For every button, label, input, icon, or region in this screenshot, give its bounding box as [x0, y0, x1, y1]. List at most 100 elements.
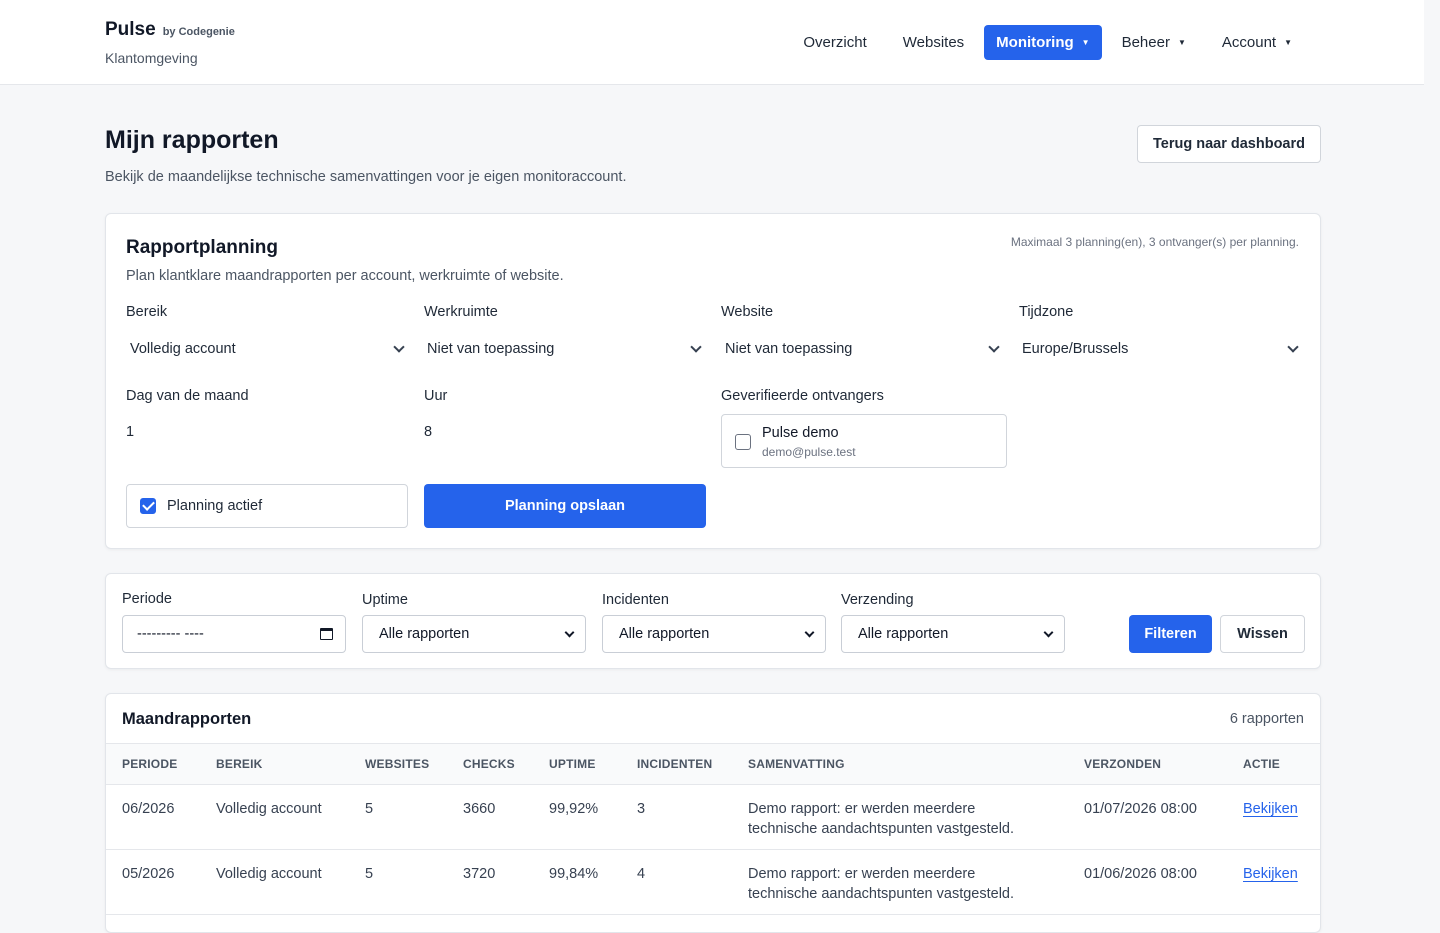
- caret-down-icon: ▼: [1177, 37, 1186, 47]
- delivery-label: Verzending: [841, 592, 914, 608]
- back-to-dashboard-button[interactable]: Terug naar dashboard: [1137, 125, 1321, 163]
- caret-down-icon: ▼: [1081, 37, 1090, 47]
- cell-uptime: 99,92%: [549, 801, 599, 817]
- website-label: Website: [721, 304, 774, 320]
- uptime-select[interactable]: Alle rapporten: [362, 615, 586, 653]
- brand-name: Pulse: [105, 19, 156, 40]
- table-row: 05/2026 Volledig account 5 3720 99,84% 4…: [106, 850, 1320, 915]
- cell-summary: Demo rapport: er werden meerdere technis…: [748, 866, 1015, 902]
- delivery-select[interactable]: Alle rapporten: [841, 615, 1065, 653]
- recipient-option[interactable]: Pulse demo demo@pulse.test: [721, 414, 1007, 468]
- planning-active-toggle[interactable]: Planning actief: [126, 484, 408, 528]
- planning-active-label: Planning actief: [167, 498, 263, 514]
- brand-subtitle: Klantomgeving: [105, 50, 198, 66]
- chevron-down-icon: [690, 341, 702, 353]
- scope-select[interactable]: Volledig account: [130, 334, 406, 364]
- column-header-incidents: INCIDENTEN: [637, 757, 713, 771]
- recipient-checkbox[interactable]: [735, 434, 751, 450]
- nav-item-beheer[interactable]: Beheer ▼: [1106, 25, 1202, 60]
- planning-subtitle: Plan klantklare maandrapporten per accou…: [126, 268, 564, 284]
- column-header-summary: SAMENVATTING: [748, 757, 845, 771]
- cell-summary: Demo rapport: er werden meerdere technis…: [748, 801, 1015, 837]
- hour-label: Uur: [424, 388, 448, 404]
- chevron-down-icon: [1287, 341, 1299, 353]
- report-filter-card: Periode --------- ---- Uptime Alle rappo…: [105, 573, 1321, 669]
- cell-incidents: 3: [637, 801, 646, 817]
- period-date-input[interactable]: --------- ----: [122, 615, 346, 653]
- chevron-down-icon: [1043, 627, 1054, 637]
- table-row: 06/2026 Volledig account 5 3660 99,92% 3…: [106, 785, 1320, 850]
- chevron-down-icon: [988, 341, 1000, 353]
- workspace-select[interactable]: Niet van toepassing: [427, 334, 703, 364]
- nav-item-label: Account: [1221, 34, 1277, 51]
- cell-scope: Volledig account: [216, 801, 322, 817]
- nav-item-overzicht[interactable]: Overzicht: [787, 25, 882, 60]
- column-header-uptime: UPTIME: [549, 757, 596, 771]
- planning-limit-note: Maximaal 3 planning(en), 3 ontvanger(s) …: [1010, 235, 1299, 249]
- column-header-sent: VERZONDEN: [1084, 757, 1162, 771]
- cell-scope: Volledig account: [216, 866, 322, 882]
- timezone-select[interactable]: Europe/Brussels: [1022, 334, 1300, 364]
- filter-button[interactable]: Filteren: [1129, 615, 1212, 653]
- website-select-value: Niet van toepassing: [725, 341, 853, 357]
- table-header: PERIODE BEREIK WEBSITES CHECKS UPTIME IN…: [106, 743, 1320, 785]
- hour-input[interactable]: 8: [424, 424, 432, 440]
- incidents-label: Incidenten: [602, 592, 669, 608]
- incidents-select[interactable]: Alle rapporten: [602, 615, 826, 653]
- nav-item-label: Websites: [902, 34, 965, 51]
- view-report-link[interactable]: Bekijken: [1243, 864, 1298, 884]
- cell-period: 05/2026: [122, 866, 175, 882]
- column-header-websites: WEBSITES: [365, 757, 430, 771]
- chevron-down-icon: [804, 627, 815, 637]
- main-nav: Overzicht Websites Monitoring ▼ Beheer ▼ A…: [787, 25, 1308, 60]
- column-header-action: ACTIE: [1243, 757, 1280, 771]
- recipient-name: Pulse demo: [762, 425, 839, 441]
- workspace-label: Werkruimte: [424, 304, 498, 320]
- uptime-label: Uptime: [362, 592, 408, 608]
- timezone-label: Tijdzone: [1019, 304, 1074, 320]
- page-subtitle: Bekijk de maandelijkse technische samenv…: [105, 169, 627, 185]
- column-header-scope: BEREIK: [216, 757, 263, 771]
- cell-checks: 3720: [463, 866, 496, 882]
- reports-count: 6 rapporten: [1229, 711, 1304, 727]
- report-planning-card: Rapportplanning Maximaal 3 planning(en),…: [105, 213, 1321, 549]
- day-of-month-label: Dag van de maand: [126, 388, 249, 404]
- nav-item-label: Overzicht: [803, 34, 867, 51]
- nav-item-account[interactable]: Account ▼: [1206, 25, 1308, 60]
- monthly-reports-card: Maandrapporten 6 rapporten PERIODE BEREI…: [105, 693, 1321, 933]
- nav-item-label: Monitoring: [996, 34, 1074, 51]
- cell-websites: 5: [365, 866, 374, 882]
- cell-incidents: 4: [637, 866, 646, 882]
- period-label: Periode: [122, 591, 172, 607]
- page-title: Mijn rapporten: [105, 126, 279, 154]
- nav-item-label: Beheer: [1121, 34, 1170, 51]
- timezone-select-value: Europe/Brussels: [1022, 341, 1129, 357]
- period-date-value: --------- ----: [137, 626, 204, 642]
- planning-active-checkbox[interactable]: [140, 498, 156, 514]
- clear-filters-button[interactable]: Wissen: [1220, 615, 1305, 653]
- top-navigation-bar: Pulse by Codegenie Klantomgeving Overzic…: [0, 0, 1424, 85]
- uptime-select-value: Alle rapporten: [379, 626, 470, 642]
- calendar-icon[interactable]: [320, 628, 333, 640]
- website-select[interactable]: Niet van toepassing: [725, 334, 1001, 364]
- recipients-label: Geverifieerde ontvangers: [721, 388, 884, 404]
- cell-websites: 5: [365, 801, 374, 817]
- nav-item-monitoring[interactable]: Monitoring ▼: [984, 25, 1102, 60]
- brand-by-line: by Codegenie: [162, 26, 235, 38]
- scope-select-value: Volledig account: [130, 341, 236, 357]
- cell-period: 06/2026: [122, 801, 175, 817]
- column-header-checks: CHECKS: [463, 757, 515, 771]
- nav-item-websites[interactable]: Websites: [887, 25, 980, 60]
- save-planning-button[interactable]: Planning opslaan: [424, 484, 706, 528]
- cell-uptime: 99,84%: [549, 866, 599, 882]
- scope-label: Bereik: [126, 304, 168, 320]
- planning-title: Rapportplanning: [126, 237, 278, 258]
- recipient-email: demo@pulse.test: [762, 445, 856, 459]
- cell-checks: 3660: [463, 801, 496, 817]
- incidents-select-value: Alle rapporten: [619, 626, 710, 642]
- brand[interactable]: Pulse by Codegenie Klantomgeving: [105, 19, 235, 66]
- day-of-month-input[interactable]: 1: [126, 424, 134, 440]
- chevron-down-icon: [393, 341, 405, 353]
- view-report-link[interactable]: Bekijken: [1243, 799, 1298, 819]
- delivery-select-value: Alle rapporten: [858, 626, 949, 642]
